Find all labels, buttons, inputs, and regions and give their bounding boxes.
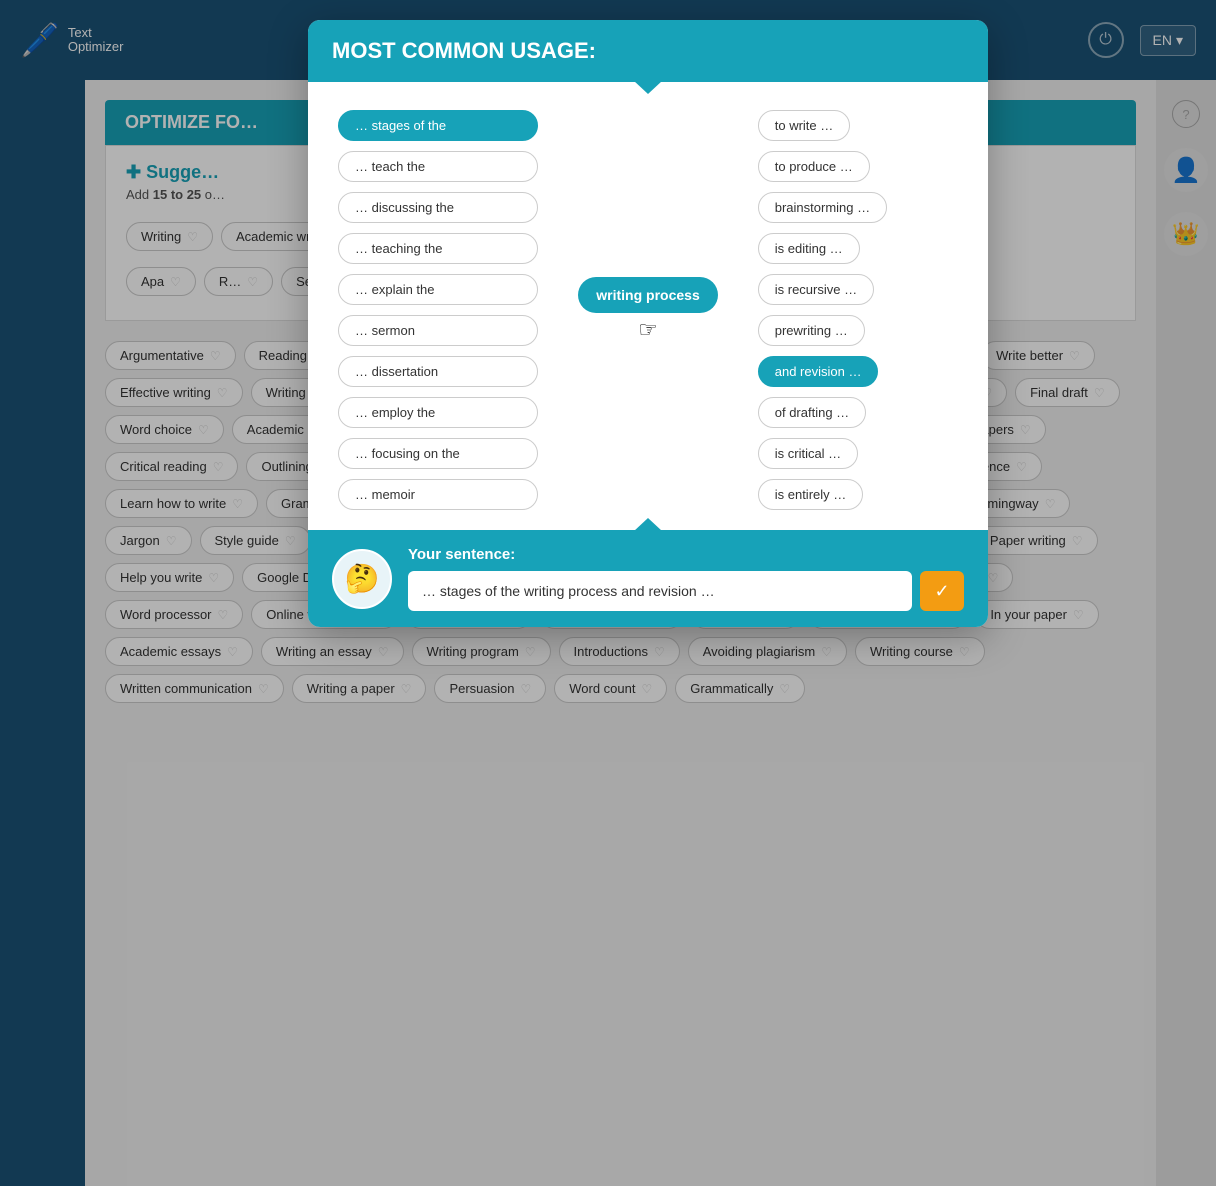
confirm-button[interactable]: ✓ xyxy=(920,571,964,611)
right-phrase-8[interactable]: is critical … xyxy=(758,438,858,469)
modal: MOST COMMON USAGE: … stages of the … teac… xyxy=(308,20,988,627)
right-phrase-1[interactable]: to produce … xyxy=(758,151,870,182)
left-phrase-2[interactable]: … discussing the xyxy=(338,192,538,223)
your-sentence-label: Your sentence: xyxy=(408,546,964,563)
right-phrase-4[interactable]: is recursive … xyxy=(758,274,874,305)
modal-title: MOST COMMON USAGE: xyxy=(332,38,964,64)
right-phrase-0[interactable]: to write … xyxy=(758,110,851,141)
left-phrase-1[interactable]: … teach the xyxy=(338,151,538,182)
left-phrases: … stages of the … teach the … discussing t… xyxy=(338,110,538,510)
modal-overlay: MOST COMMON USAGE: … stages of the … teac… xyxy=(0,0,1216,1186)
left-phrase-0[interactable]: … stages of the xyxy=(338,110,538,141)
right-phrase-2[interactable]: brainstorming … xyxy=(758,192,887,223)
right-phrase-5[interactable]: prewriting … xyxy=(758,315,865,346)
right-phrases: to write … to produce … brainstorming … is … xyxy=(758,110,958,510)
left-phrase-8[interactable]: … focusing on the xyxy=(338,438,538,469)
avatar: 🤔 xyxy=(332,549,392,609)
right-phrase-6[interactable]: and revision … xyxy=(758,356,879,387)
left-phrase-6[interactable]: … dissertation xyxy=(338,356,538,387)
left-phrase-3[interactable]: … teaching the xyxy=(338,233,538,264)
right-phrase-9[interactable]: is entirely … xyxy=(758,479,864,510)
modal-body: … stages of the … teach the … discussing t… xyxy=(308,82,988,530)
left-phrase-4[interactable]: … explain the xyxy=(338,274,538,305)
right-phrase-3[interactable]: is editing … xyxy=(758,233,860,264)
sentence-input[interactable] xyxy=(408,571,912,611)
modal-footer: 🤔 Your sentence: ✓ xyxy=(308,530,988,627)
footer-right: Your sentence: ✓ xyxy=(408,546,964,611)
modal-header: MOST COMMON USAGE: xyxy=(308,20,988,82)
right-phrase-7[interactable]: of drafting … xyxy=(758,397,866,428)
left-phrase-9[interactable]: … memoir xyxy=(338,479,538,510)
cursor-icon: ☞ xyxy=(638,317,658,343)
left-phrase-7[interactable]: … employ the xyxy=(338,397,538,428)
left-phrase-5[interactable]: … sermon xyxy=(338,315,538,346)
sentence-input-row: ✓ xyxy=(408,571,964,611)
avatar-icon: 🤔 xyxy=(345,562,380,595)
main-node[interactable]: writing process xyxy=(578,277,717,313)
center-node-area: writing process ☞ xyxy=(578,277,717,343)
